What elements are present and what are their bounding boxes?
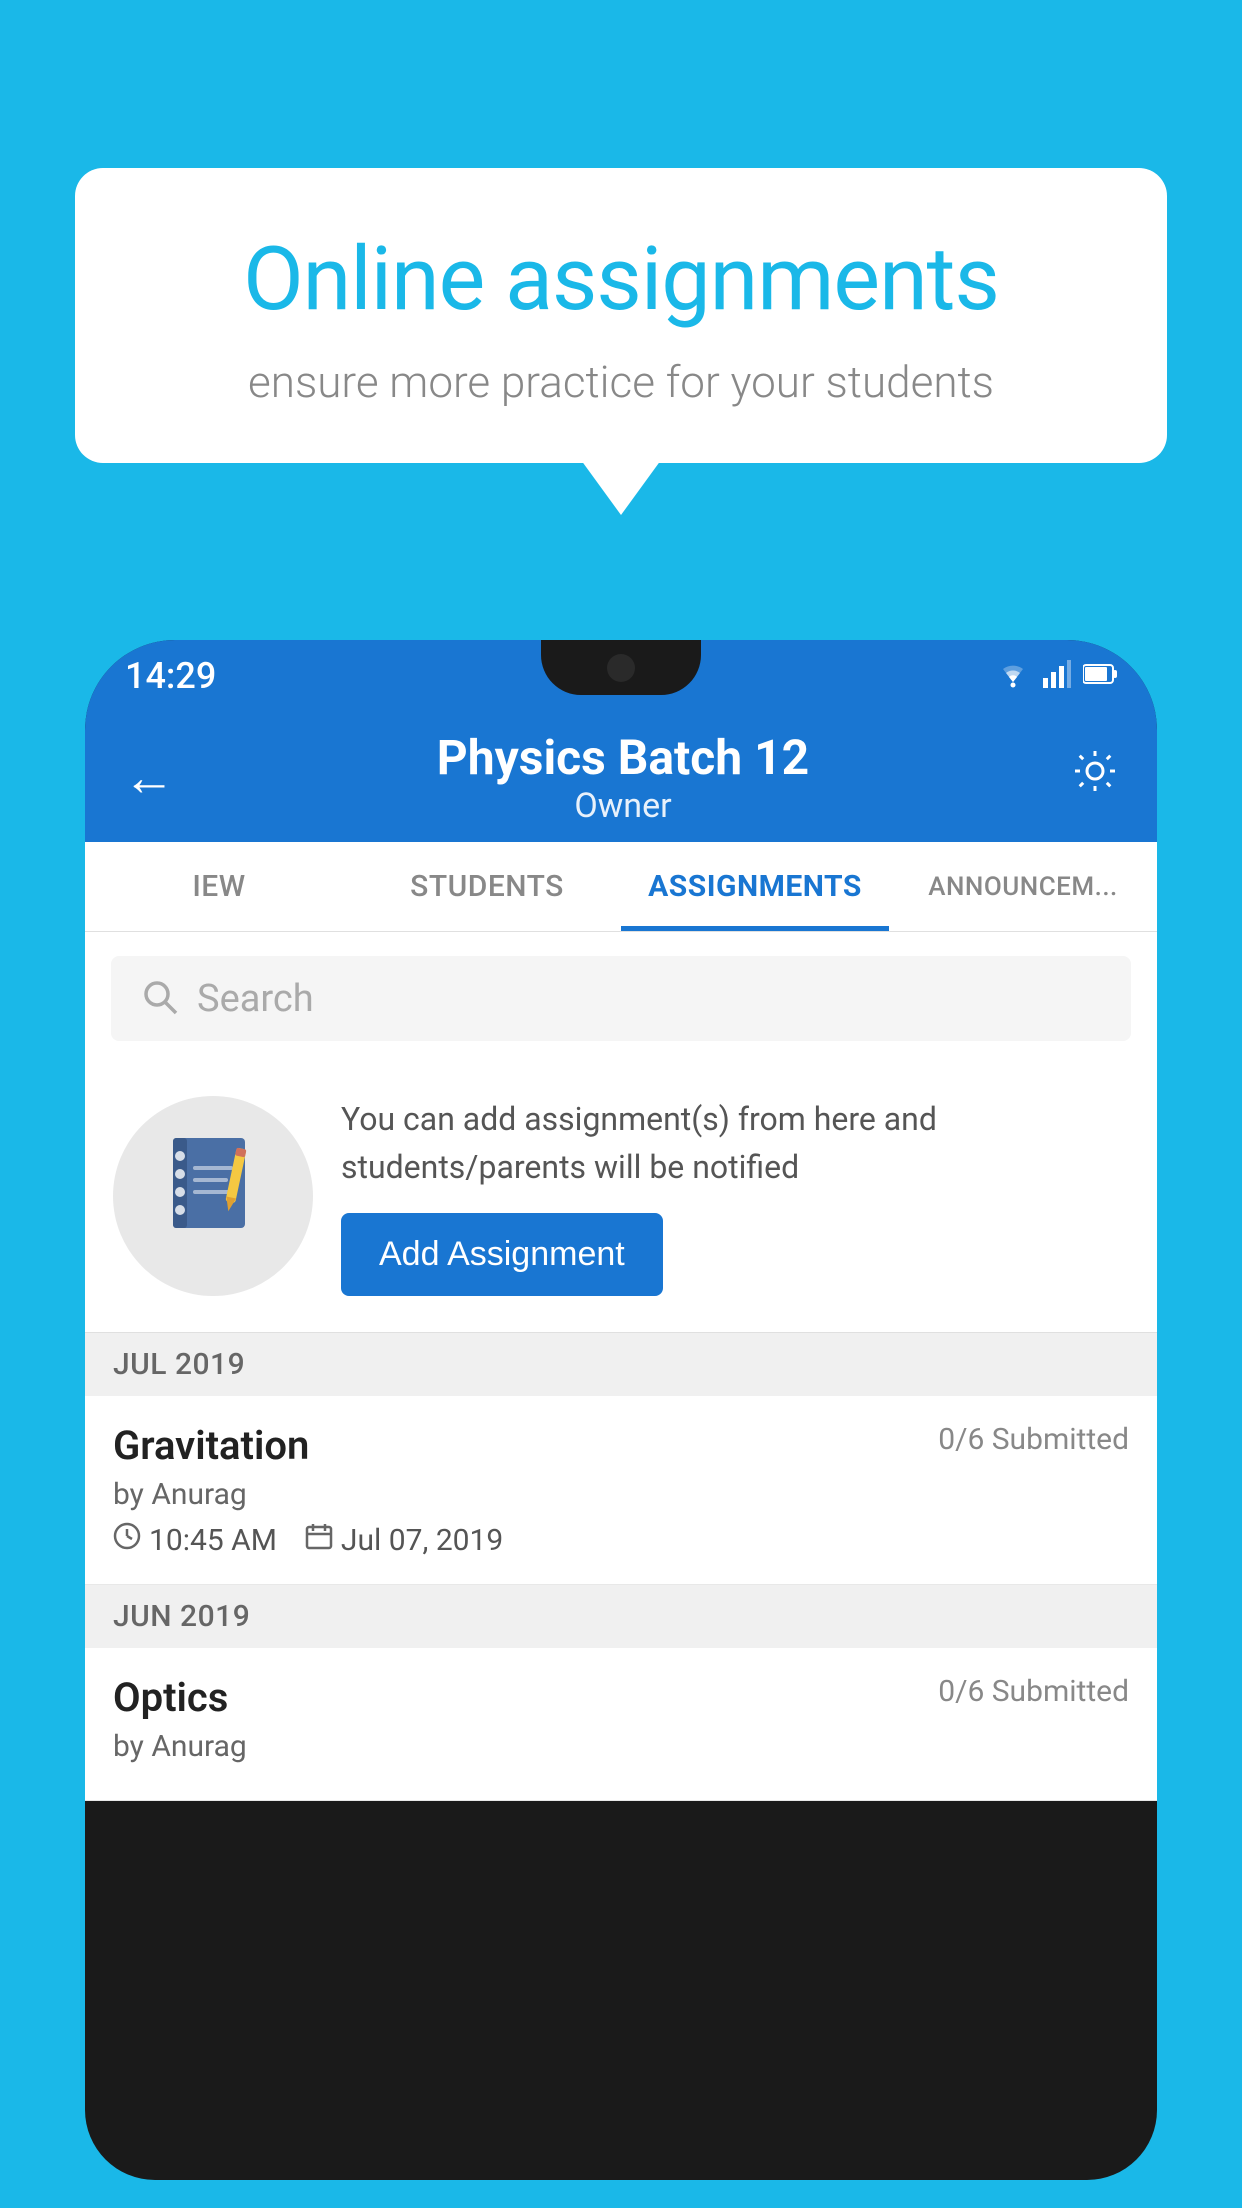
tab-students[interactable]: STUDENTS [353, 842, 621, 931]
back-button[interactable]: ← [123, 747, 175, 808]
tab-assignments[interactable]: ASSIGNMENTS [621, 842, 889, 931]
assignment-title: Gravitation [113, 1422, 309, 1469]
header-center: Physics Batch 12 Owner [437, 729, 809, 826]
assignment-header-optics: Optics 0/6 Submitted [113, 1674, 1129, 1721]
month-separator-jul: JUL 2019 [85, 1333, 1157, 1396]
speech-bubble-container: Online assignments ensure more practice … [75, 168, 1167, 463]
search-bar[interactable]: Search [111, 956, 1131, 1041]
assignment-meta: 10:45 AM Jul 07, 2019 [113, 1522, 1129, 1558]
phone-outer: 14:29 [85, 640, 1157, 2180]
assignment-promo: You can add assignment(s) from here and … [85, 1065, 1157, 1333]
app-header: ← Physics Batch 12 Owner [85, 712, 1157, 842]
month-separator-jun: JUN 2019 [85, 1585, 1157, 1648]
status-time: 14:29 [125, 655, 216, 697]
assignment-date: Jul 07, 2019 [305, 1522, 503, 1558]
assignment-submitted-optics: 0/6 Submitted [938, 1674, 1129, 1709]
speech-bubble-subtitle: ensure more practice for your students [145, 356, 1097, 408]
assignment-title-optics: Optics [113, 1674, 228, 1721]
speech-bubble: Online assignments ensure more practice … [75, 168, 1167, 463]
battery-icon [1083, 663, 1117, 689]
assignment-item-gravitation[interactable]: Gravitation 0/6 Submitted by Anurag [85, 1396, 1157, 1585]
promo-content: You can add assignment(s) from here and … [341, 1095, 1129, 1296]
tab-bar: IEW STUDENTS ASSIGNMENTS ANNOUNCEM... [85, 842, 1157, 932]
tab-iew[interactable]: IEW [85, 842, 353, 931]
assignment-item-optics[interactable]: Optics 0/6 Submitted by Anurag [85, 1648, 1157, 1801]
promo-text: You can add assignment(s) from here and … [341, 1095, 1129, 1191]
search-input[interactable]: Search [197, 977, 314, 1021]
header-subtitle: Owner [437, 786, 809, 826]
phone-notch [541, 640, 701, 695]
status-icons [995, 660, 1117, 692]
search-icon [141, 978, 179, 1020]
assignment-submitted: 0/6 Submitted [938, 1422, 1129, 1457]
wifi-icon [995, 660, 1031, 692]
add-assignment-button[interactable]: Add Assignment [341, 1213, 663, 1296]
notebook-icon [163, 1130, 263, 1262]
calendar-icon [305, 1522, 333, 1558]
tab-announcements[interactable]: ANNOUNCEM... [889, 842, 1157, 931]
clock-icon [113, 1522, 141, 1558]
promo-icon-circle [113, 1096, 313, 1296]
speech-bubble-title: Online assignments [145, 228, 1097, 331]
settings-icon[interactable] [1071, 747, 1119, 807]
phone-container: 14:29 [85, 640, 1157, 2208]
assignment-header: Gravitation 0/6 Submitted [113, 1422, 1129, 1469]
header-title: Physics Batch 12 [437, 729, 809, 786]
assignment-by: by Anurag [113, 1477, 1129, 1512]
content-area: Search [85, 932, 1157, 1801]
assignment-by-optics: by Anurag [113, 1729, 1129, 1764]
signal-icon [1043, 660, 1071, 692]
front-camera [607, 654, 635, 682]
assignment-time: 10:45 AM [113, 1522, 277, 1558]
